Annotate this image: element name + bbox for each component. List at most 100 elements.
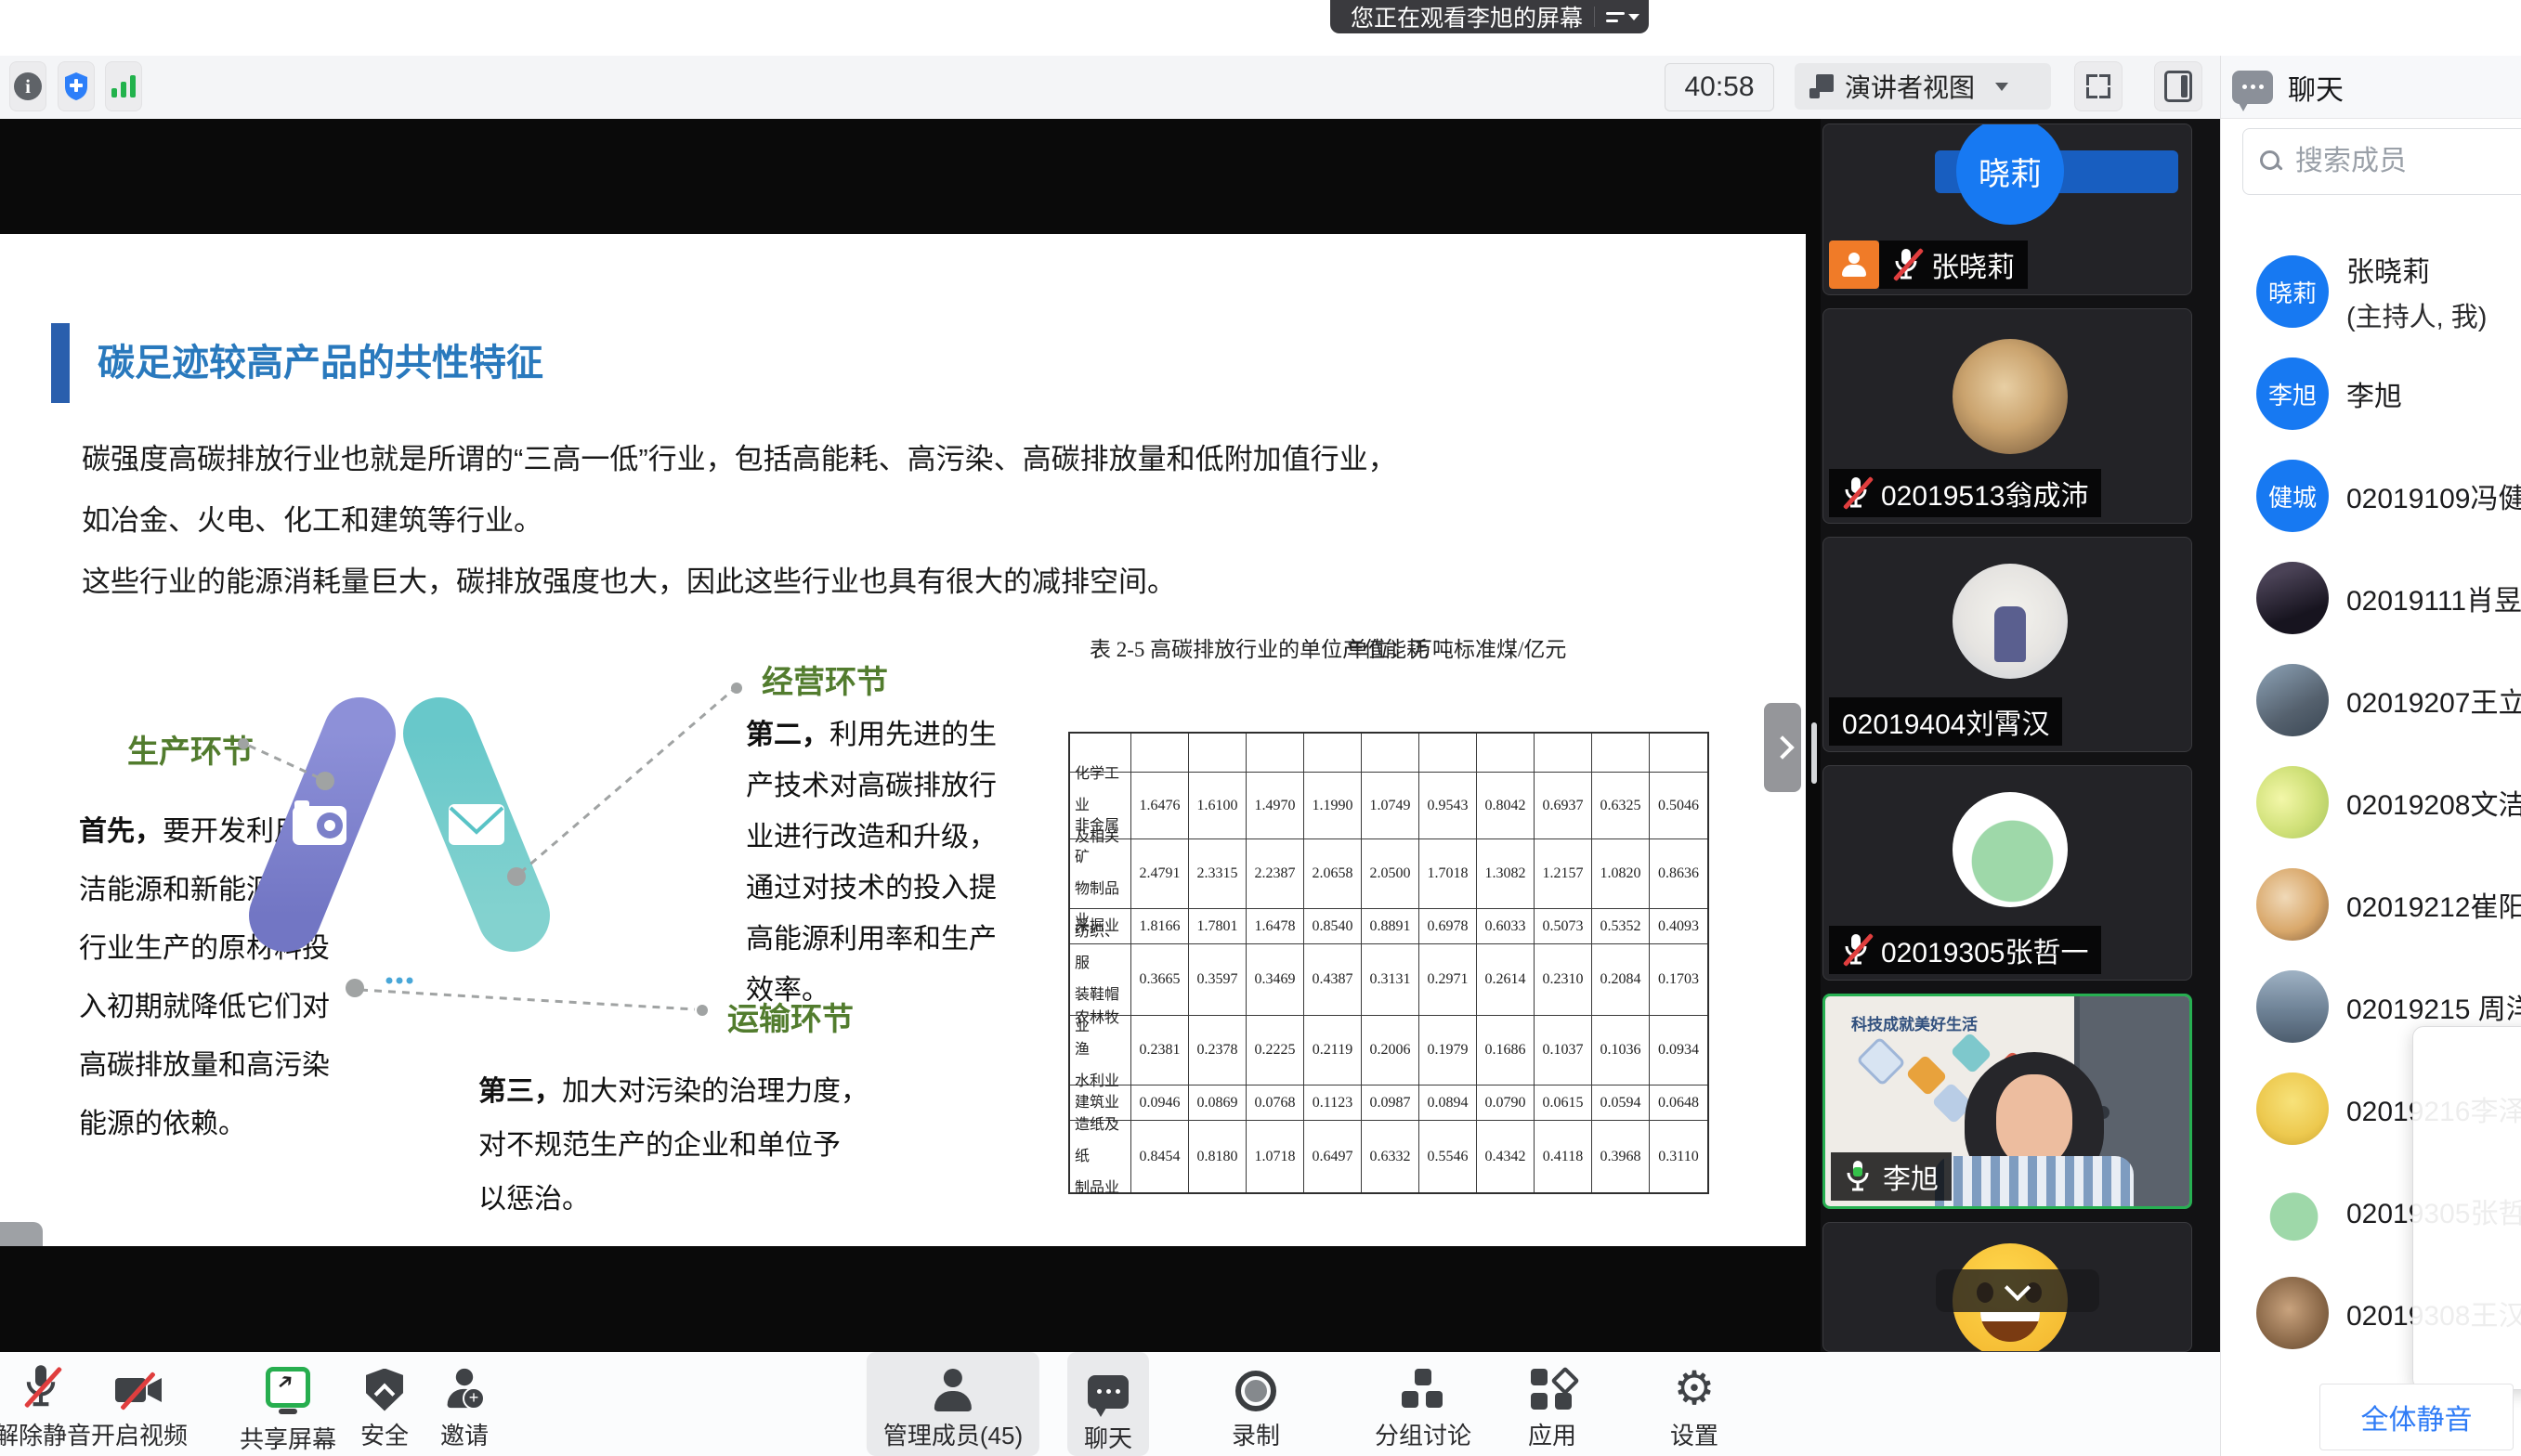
side-panel-button[interactable] xyxy=(2154,61,2202,111)
watching-banner[interactable]: 您正在观看李旭的屏幕 xyxy=(1330,0,1649,33)
member-row[interactable]: 02019212崔阳 xyxy=(2243,853,2521,956)
avatar xyxy=(2256,1277,2329,1349)
view-selector[interactable]: 演讲者视图 xyxy=(1795,63,2051,110)
network-quality-button[interactable] xyxy=(105,61,142,111)
screenshot-context-menu xyxy=(2412,1026,2521,1390)
manage-members-button[interactable]: 管理成员(45) xyxy=(867,1352,1039,1456)
share-screen-icon xyxy=(266,1367,310,1408)
table-row: 纺织、服 装鞋帽业 0.3665 0.3597 0.3469 0.4387 0.… xyxy=(1070,944,1707,1016)
video-tile[interactable]: 02019404刘霄汉 xyxy=(1822,537,2192,752)
table-row: 非金属矿 物制品业 2.4791 2.3315 2.2387 2.0658 2.… xyxy=(1070,839,1707,909)
security-shield-icon xyxy=(366,1369,403,1411)
search-input[interactable] xyxy=(2293,145,2483,178)
table-year-cell xyxy=(1304,734,1362,773)
member-row[interactable]: 02019111肖昱 xyxy=(2243,547,2521,649)
member-row[interactable]: 健城 02019109冯健城 xyxy=(2243,445,2521,547)
record-button[interactable]: 录制 xyxy=(1232,1352,1280,1456)
member-name: 张晓莉 xyxy=(2346,249,2487,290)
avatar xyxy=(2256,868,2329,941)
table-row-label: 非金属矿 物制品业 xyxy=(1070,839,1131,909)
chat-icon xyxy=(2232,71,2273,104)
table-year-cell xyxy=(1419,734,1477,773)
table-row: 农林牧渔 水利业 0.2381 0.2378 0.2225 0.2119 0.2… xyxy=(1070,1016,1707,1086)
avatar xyxy=(2256,664,2329,736)
member-row[interactable]: 02019207王立 xyxy=(2243,649,2521,751)
top-toolbar: i 40:58 演讲者视图 xyxy=(0,56,2220,119)
member-name: 02019215 周洋 xyxy=(2346,986,2521,1027)
member-name: 02019208文洁 xyxy=(2346,782,2521,823)
table-row: 化学工业 及相关 1.6476 1.6100 1.4970 1.1990 1.0… xyxy=(1070,773,1707,839)
table-row-label: 造纸及纸 制品业 xyxy=(1070,1121,1131,1192)
chat-panel-title: 聊天 xyxy=(2288,67,2344,108)
search-icon xyxy=(2260,150,2282,173)
shared-screen-stage: 碳足迹较高产品的共性特征 碳强度高碳排放行业也就是所谓的“三高一低”行业，包括高… xyxy=(0,119,1821,1352)
member-name: 李旭 xyxy=(2346,373,2402,414)
chat-toolbar-button[interactable]: 聊天 xyxy=(1067,1352,1149,1456)
invite-button[interactable]: + 邀请 xyxy=(440,1352,489,1456)
camera-muted-icon xyxy=(113,1371,165,1411)
avatar: 晓莉 xyxy=(1956,124,2064,225)
mic-muted-icon xyxy=(24,1363,61,1411)
avatar xyxy=(1953,564,2068,679)
mute-all-button[interactable]: 全体静音 xyxy=(2319,1384,2514,1450)
member-name: 02019207王立 xyxy=(2346,680,2521,721)
shield-plus-icon xyxy=(63,72,89,101)
settings-button[interactable]: ⚙ 设置 xyxy=(1670,1352,1718,1456)
gear-icon: ⚙ xyxy=(1674,1365,1716,1411)
video-name-label: 02019404刘霄汉 xyxy=(1829,697,2062,746)
avatar xyxy=(2256,766,2329,838)
table-year-cell xyxy=(1535,734,1592,773)
collapse-sidebar-button[interactable] xyxy=(1764,703,1801,792)
avatar xyxy=(2256,1175,2329,1247)
avatar xyxy=(1953,792,2068,907)
table-year-cell xyxy=(1189,734,1247,773)
layout-icon xyxy=(1809,74,1834,98)
apps-icon xyxy=(1531,1369,1574,1411)
meeting-info-button[interactable]: i xyxy=(9,61,46,111)
member-name: 02019111肖昱 xyxy=(2346,578,2521,618)
mic-muted-icon xyxy=(1842,475,1874,511)
side-panel-icon xyxy=(2164,71,2192,102)
chat-header: 聊天 xyxy=(2221,56,2521,119)
video-tile[interactable]: 02019305张哲一 xyxy=(1822,765,2192,981)
signal-bars-icon xyxy=(111,75,136,98)
breakout-rooms-button[interactable]: 分组讨论 xyxy=(1375,1352,1471,1456)
share-screen-button[interactable]: 共享屏幕 xyxy=(240,1352,336,1456)
video-tile[interactable]: 晓莉 张晓莉 xyxy=(1822,124,2192,295)
member-row[interactable]: 02019208文洁 xyxy=(2243,751,2521,853)
record-icon xyxy=(1235,1371,1276,1411)
video-name-label: 李旭 xyxy=(1831,1152,1952,1201)
video-tile[interactable] xyxy=(1822,1222,2192,1352)
apps-button[interactable]: 应用 xyxy=(1528,1352,1576,1456)
start-video-button[interactable]: 开启视频 xyxy=(91,1352,188,1456)
banner-menu-icon[interactable] xyxy=(1606,12,1639,22)
avatar xyxy=(2256,970,2329,1043)
table-year-cell xyxy=(1362,734,1419,773)
avatar xyxy=(2256,562,2329,634)
video-strip-scrollbar[interactable] xyxy=(1811,722,1817,784)
member-search[interactable] xyxy=(2242,128,2521,195)
host-badge xyxy=(1829,240,1879,289)
info-icon: i xyxy=(14,72,42,100)
video-tile-active-speaker[interactable]: 科技成就美好生活 李旭 xyxy=(1822,994,2192,1209)
table-row-label: 农林牧渔 水利业 xyxy=(1070,1016,1131,1086)
unmute-button[interactable]: 解除静音 xyxy=(0,1352,91,1456)
security-button[interactable] xyxy=(58,61,95,111)
table-year-cell xyxy=(1650,734,1707,773)
member-row[interactable]: 晓莉 张晓莉 (主持人, 我) xyxy=(2243,240,2521,343)
table-header-row xyxy=(1070,734,1707,773)
scene-slogan: 科技成就美好生活 xyxy=(1851,1011,1978,1034)
video-tile[interactable]: 02019513翁成沛 xyxy=(1822,308,2192,524)
security-toolbar-button[interactable]: 安全 xyxy=(360,1352,409,1456)
person-icon xyxy=(1842,253,1866,277)
avatar: 李旭 xyxy=(2256,358,2329,430)
avatar xyxy=(2256,1072,2329,1145)
breakout-icon xyxy=(1402,1369,1444,1411)
energy-table: 化学工业 及相关 1.6476 1.6100 1.4970 1.1990 1.0… xyxy=(1068,732,1709,1194)
collapse-videos-button[interactable] xyxy=(1936,1269,2099,1312)
member-row[interactable]: 李旭 李旭 xyxy=(2243,343,2521,445)
fullscreen-button[interactable] xyxy=(2074,61,2123,111)
table-body: 化学工业 及相关 1.6476 1.6100 1.4970 1.1990 1.0… xyxy=(1070,773,1707,1192)
table-unit: 单位：万吨标准煤/亿元 xyxy=(1347,631,1566,663)
thumbnail-panel-toggle[interactable] xyxy=(0,1222,43,1246)
